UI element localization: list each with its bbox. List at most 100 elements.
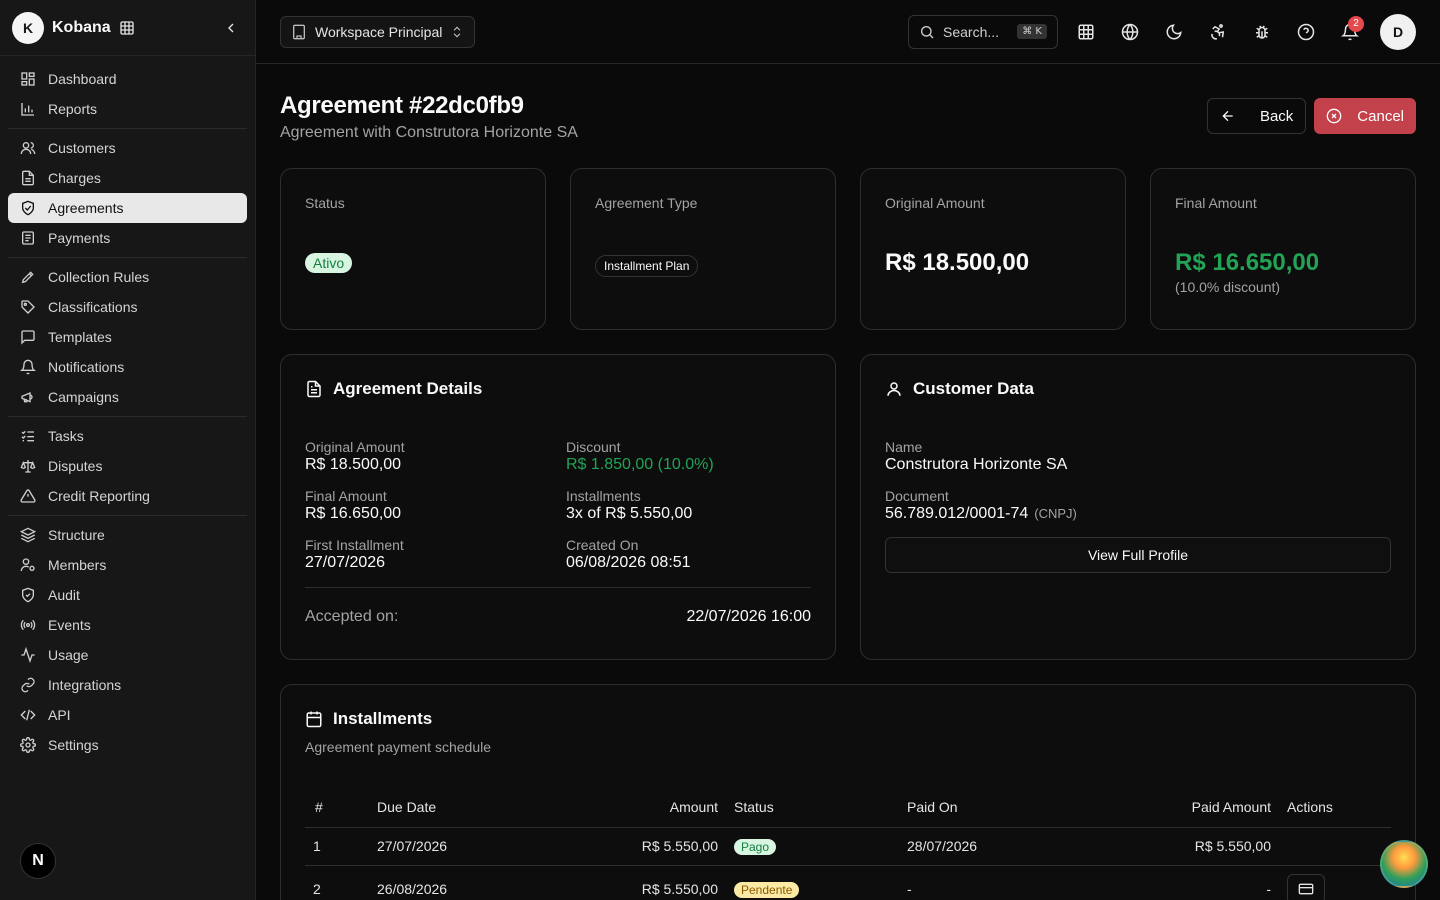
table-row[interactable]: 2 26/08/2026 R$ 5.550,00 Pendente - - — [305, 865, 1391, 900]
shield-check-icon — [20, 587, 36, 603]
pay-installment-button[interactable] — [1287, 874, 1325, 900]
customer-name-value: Construtora Horizonte SA — [885, 456, 1068, 473]
detail-first-installment-value: 27/07/2026 — [305, 554, 386, 571]
workspace-name: Workspace Principal — [315, 23, 443, 40]
workspace-selector[interactable]: Workspace Principal — [280, 15, 476, 48]
sidebar-item-integrations[interactable]: Integrations — [8, 670, 247, 700]
sidebar-item-dashboard[interactable]: Dashboard — [8, 64, 247, 94]
sidebar-item-label: Campaigns — [48, 389, 119, 405]
cancel-agreement-button[interactable]: Cancel — [1314, 98, 1416, 134]
accessibility-button[interactable] — [1196, 14, 1240, 50]
nav-group-billing: Customers Charges Agreements Payments — [8, 129, 247, 258]
sidebar-item-customers[interactable]: Customers — [8, 133, 247, 163]
link-icon — [20, 677, 36, 693]
nav-group-overview: Dashboard Reports — [8, 60, 247, 129]
help-circle-icon — [1297, 23, 1315, 41]
nav-group-operations: Tasks Disputes Credit Reporting — [8, 417, 247, 516]
table-row[interactable]: 1 27/07/2026 R$ 5.550,00 Pago 28/07/2026… — [305, 827, 1391, 866]
customer-data-title: Customer Data — [913, 379, 1034, 398]
nav-group-admin: Structure Members Audit Events Usage Int… — [8, 516, 247, 764]
handshake-icon — [20, 200, 36, 216]
help-button[interactable] — [1284, 14, 1328, 50]
language-button[interactable] — [1108, 14, 1152, 50]
sidebar-nav: Dashboard Reports Customers Charges Agre… — [0, 56, 255, 768]
agreement-type-label: Agreement Type — [595, 195, 698, 211]
status-badge: Pendente — [734, 881, 800, 898]
assistant-avatar[interactable] — [1380, 840, 1428, 888]
credit-card-icon — [1298, 881, 1314, 897]
brand-name[interactable]: Kobana — [52, 19, 111, 37]
col-due-date[interactable]: Due Date — [377, 787, 567, 828]
brand-avatar[interactable]: K — [12, 11, 44, 44]
code-icon — [20, 707, 36, 723]
sidebar-item-templates[interactable]: Templates — [8, 322, 247, 352]
user-avatar[interactable]: D — [1380, 13, 1416, 50]
sidebar-item-events[interactable]: Events — [8, 610, 247, 640]
status-label: Status — [305, 195, 345, 211]
cell-amount: R$ 5.550,00 — [567, 827, 734, 866]
scale-icon — [20, 458, 36, 474]
sidebar-item-payments[interactable]: Payments — [8, 223, 247, 253]
back-label: Back — [1259, 107, 1294, 125]
theme-toggle-button[interactable] — [1152, 14, 1196, 50]
detail-discount-value: R$ 1.850,00 (10.0%) — [566, 456, 714, 473]
debug-button[interactable] — [1240, 14, 1284, 50]
accepted-value: 22/07/2026 16:00 — [686, 608, 811, 625]
final-amount-card: Final Amount R$ 16.650,00 (10.0% discoun… — [1150, 168, 1416, 330]
globe-icon — [1121, 23, 1139, 41]
nav-group-automation: Collection Rules Classifications Templat… — [8, 258, 247, 417]
cell-paid-on: 28/07/2026 — [907, 827, 1107, 866]
building-grid-icon — [119, 20, 135, 36]
calendar-icon — [305, 710, 323, 728]
agreement-details-grid: Original Amount R$ 18.500,00 Discount R$ 1… — [305, 439, 811, 572]
sidebar-item-disputes[interactable]: Disputes — [8, 451, 247, 481]
sidebar-item-notifications[interactable]: Notifications — [8, 352, 247, 382]
sidebar-item-classifications[interactable]: Classifications — [8, 292, 247, 322]
table-header-row: # Due Date Amount Status Paid On Paid Am… — [305, 787, 1391, 828]
sidebar-item-usage[interactable]: Usage — [8, 640, 247, 670]
sidebar-item-tasks[interactable]: Tasks — [8, 421, 247, 451]
dev-tools-badge[interactable]: N — [20, 843, 56, 879]
building-icon — [291, 24, 307, 40]
back-button[interactable]: Back — [1206, 98, 1307, 134]
view-full-profile-button[interactable]: View Full Profile — [885, 537, 1391, 573]
search-button[interactable]: Search... ⌘ K — [908, 14, 1058, 49]
sidebar-item-credit-reporting[interactable]: Credit Reporting — [8, 481, 247, 511]
table-view-button[interactable] — [1064, 14, 1108, 50]
page-subtitle: Agreement with Construtora Horizonte SA — [280, 124, 578, 141]
sidebar-item-campaigns[interactable]: Campaigns — [8, 382, 247, 412]
agreement-details-title: Agreement Details — [333, 379, 483, 398]
installments-title: Installments — [333, 709, 433, 728]
summary-cards: Status Ativo Agreement Type Installment … — [280, 168, 1416, 330]
sidebar-item-audit[interactable]: Audit — [8, 580, 247, 610]
col-paid-amount[interactable]: Paid Amount — [1107, 787, 1287, 828]
notifications-button[interactable]: 2 — [1328, 14, 1372, 50]
cell-status: Pendente — [734, 865, 907, 900]
installments-panel: Installments Agreement payment schedule … — [280, 684, 1416, 900]
sidebar-item-label: Disputes — [48, 458, 103, 474]
chevron-left-icon[interactable] — [223, 20, 239, 36]
col-paid-on[interactable]: Paid On — [907, 787, 1107, 828]
dashboard-icon — [20, 71, 36, 87]
col-status[interactable]: Status — [734, 787, 907, 828]
original-amount-label: Original Amount — [885, 195, 985, 211]
settings-icon — [20, 737, 36, 753]
col-amount[interactable]: Amount — [567, 787, 734, 828]
sidebar-item-api[interactable]: API — [8, 700, 247, 730]
sidebar-item-agreements[interactable]: Agreements — [8, 193, 247, 223]
x-circle-icon — [1326, 108, 1342, 124]
customer-document-label: Document — [885, 488, 949, 504]
detail-discount-label: Discount — [566, 439, 621, 455]
sidebar-item-collection-rules[interactable]: Collection Rules — [8, 262, 247, 292]
status-card: Status Ativo — [280, 168, 546, 330]
sidebar-item-settings[interactable]: Settings — [8, 730, 247, 760]
sidebar-item-structure[interactable]: Structure — [8, 520, 247, 550]
cell-number: 2 — [313, 881, 321, 898]
col-number[interactable]: # — [305, 787, 377, 828]
message-square-icon — [20, 329, 36, 345]
detail-first-installment-label: First Installment — [305, 537, 404, 553]
sidebar-item-charges[interactable]: Charges — [8, 163, 247, 193]
sidebar-item-members[interactable]: Members — [8, 550, 247, 580]
sidebar-item-reports[interactable]: Reports — [8, 94, 247, 124]
megaphone-icon — [20, 389, 36, 405]
